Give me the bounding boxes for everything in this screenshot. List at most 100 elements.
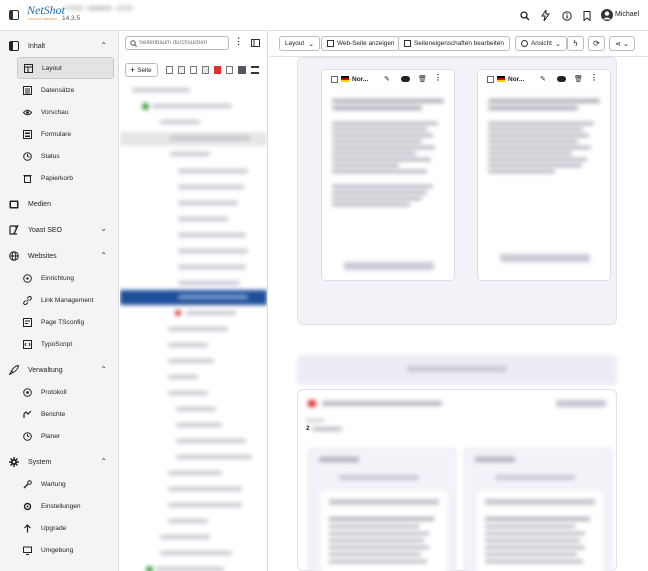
page-type-icon[interactable]	[226, 66, 233, 74]
section-label: Verwaltung	[28, 366, 63, 374]
item-label: Link Management	[41, 296, 94, 304]
sidebar-toggle-icon[interactable]	[9, 10, 19, 20]
section-meta-label: Sprache	[306, 418, 325, 424]
share-dropdown[interactable]: ⋖ ⌄	[609, 36, 635, 51]
reload-button[interactable]: ⟳	[588, 36, 605, 51]
new-page-label: Seite	[137, 66, 152, 74]
chevron-up-icon[interactable]: ⌃	[100, 251, 107, 260]
scheduler-icon	[23, 431, 32, 441]
edit-page-properties-label: Seiteneigenschaften bearbeiten	[414, 40, 504, 47]
preview-icon	[23, 108, 32, 117]
logo[interactable]: NetShot TYPO3 & FLOWFUSION	[27, 3, 65, 23]
section-medien[interactable]: Medien	[0, 193, 118, 215]
sidebar-item-datensaetze[interactable]: Datensätze	[17, 79, 114, 101]
sidebar-item-berichte[interactable]: Berichte	[17, 403, 114, 425]
forms-icon	[23, 129, 32, 139]
content-card[interactable]: Nor... ✎ 🗑 ⋮	[477, 69, 611, 281]
trash-icon	[23, 174, 32, 183]
section-verwaltung[interactable]: Verwaltung ⌃	[0, 359, 118, 381]
view-webpage-button[interactable]: Web-Seite anzeigen	[321, 36, 401, 51]
edit-icon[interactable]: ✎	[540, 75, 546, 83]
card-header: Nor... ✎ 🗑 ⋮	[322, 70, 454, 88]
more-icon[interactable]: ⋮	[434, 73, 442, 82]
edit-icon[interactable]: ✎	[384, 75, 390, 83]
sidebar-item-planer[interactable]: Planer	[17, 425, 114, 447]
sidebar-item-layout[interactable]: Layout	[17, 57, 114, 79]
sidebar-item-einrichtung[interactable]: Einrichtung	[17, 267, 114, 289]
tree-search-input[interactable]	[139, 38, 227, 48]
section-yoast[interactable]: Yoast SEO ⌄	[0, 219, 118, 241]
add-content-button[interactable]	[500, 254, 590, 262]
upgrade-icon	[23, 523, 32, 533]
media-icon	[9, 200, 19, 209]
avatar[interactable]	[601, 9, 613, 21]
status-icon	[23, 151, 32, 161]
layout-dropdown[interactable]: Layout ⌄	[279, 36, 321, 51]
section-header	[308, 398, 608, 410]
sidebar-item-typoscript[interactable]: TypoScript	[17, 333, 114, 355]
collapse-tree-icon[interactable]	[251, 39, 260, 47]
sidebar-item-page-tsconfig[interactable]: Page TSconfig	[17, 311, 114, 333]
chevron-up-icon[interactable]: ⌃	[100, 41, 107, 50]
tree-search-field[interactable]	[125, 36, 229, 50]
content-card[interactable]: Nor... ✎ 🗑 ⋮	[321, 69, 455, 281]
yoast-icon	[9, 225, 19, 235]
tree-nodes[interactable]	[120, 83, 267, 571]
delete-icon[interactable]: 🗑	[574, 75, 583, 83]
sidebar-item-wartung[interactable]: Wartung	[17, 473, 114, 495]
page-type-icon[interactable]	[178, 66, 185, 74]
sidebar-item-upgrade[interactable]: Upgrade	[17, 517, 114, 539]
edit-page-properties-button[interactable]: Seiteneigenschaften bearbeiten	[398, 36, 510, 51]
page-type-icon[interactable]	[214, 66, 221, 74]
sidebar-item-vorschau[interactable]: Vorschau	[17, 101, 114, 123]
item-label: Papierkorb	[41, 174, 73, 182]
view-icon	[521, 40, 528, 47]
chevron-up-icon[interactable]: ⌃	[100, 365, 107, 374]
bookmark-icon[interactable]	[581, 10, 592, 21]
add-content-button[interactable]	[344, 262, 434, 270]
sidebar-item-umgebung[interactable]: Umgebung	[17, 539, 114, 561]
section-websites[interactable]: Websites ⌃	[0, 245, 118, 267]
page-type-icon[interactable]	[202, 66, 209, 74]
logo-subtext: TYPO3 & FLOWFUSION	[28, 18, 57, 21]
toggle-icon[interactable]	[401, 76, 410, 82]
card-language: Nor...	[508, 75, 525, 83]
new-page-button[interactable]: + Seite	[125, 63, 158, 77]
page-type-icon[interactable]	[166, 66, 173, 74]
search-icon	[130, 40, 137, 47]
more-options-icon[interactable]: ⋮	[234, 37, 243, 46]
sidebar-item-papierkorb[interactable]: Papierkorb	[17, 167, 114, 189]
reports-icon	[23, 410, 32, 419]
view-dropdown[interactable]: Ansicht ⌄	[515, 36, 567, 51]
flash-icon: ϟ	[573, 39, 578, 48]
delete-icon[interactable]: 🗑	[418, 75, 427, 83]
clear-cache-button[interactable]: ϟ	[567, 36, 584, 51]
chevron-up-icon[interactable]: ⌃	[100, 457, 107, 466]
plus-icon: +	[130, 64, 136, 75]
section-system[interactable]: System ⌃	[0, 451, 118, 473]
flash-icon[interactable]	[540, 10, 551, 21]
sidebar-item-formulare[interactable]: Formulare	[17, 123, 114, 145]
section-label: System	[28, 458, 52, 466]
settings-icon	[23, 502, 32, 511]
item-label: Upgrade	[41, 524, 67, 532]
page-type-icon[interactable]	[190, 66, 197, 74]
sidebar-item-link-management[interactable]: Link Management	[17, 289, 114, 311]
external-link-icon	[327, 40, 334, 47]
sidebar-item-status[interactable]: Status	[17, 145, 114, 167]
container-section: Sprache 2	[297, 389, 617, 571]
user-name[interactable]: Michael	[615, 11, 639, 18]
page-type-icon[interactable]	[238, 66, 246, 74]
page-type-icon[interactable]	[251, 66, 259, 74]
toggle-icon[interactable]	[557, 76, 566, 82]
search-icon[interactable]	[519, 10, 530, 21]
sidebar-item-protokoll[interactable]: Protokoll	[17, 381, 114, 403]
info-icon[interactable]	[561, 10, 572, 21]
add-content-row[interactable]	[297, 355, 617, 385]
more-icon[interactable]: ⋮	[590, 73, 598, 82]
reload-icon: ⟳	[593, 39, 600, 48]
sidebar-item-einstellungen[interactable]: Einstellungen	[17, 495, 114, 517]
chevron-down-icon[interactable]: ⌄	[100, 224, 107, 233]
column-left	[308, 448, 456, 571]
section-inhalt[interactable]: Inhalt ⌃	[0, 35, 118, 57]
